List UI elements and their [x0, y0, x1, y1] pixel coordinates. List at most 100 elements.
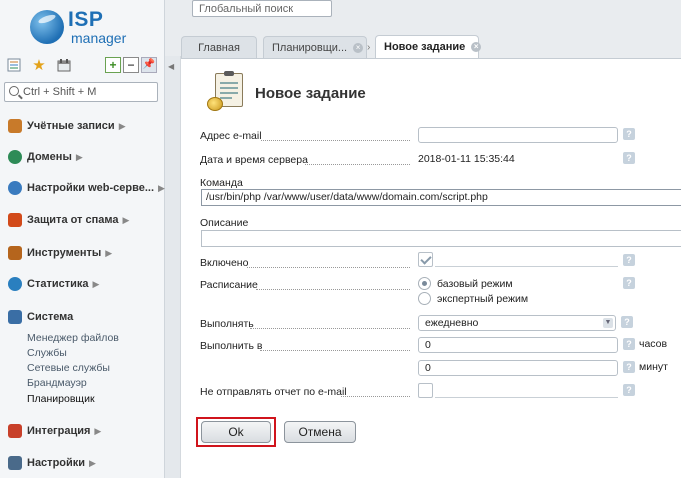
help-icon[interactable]: ?	[623, 277, 635, 289]
minutes-unit: минут	[639, 361, 668, 373]
list-view-icon[interactable]	[6, 57, 22, 73]
dotted-leader	[305, 164, 410, 165]
logo-brand: ISP	[68, 8, 104, 31]
chevron-right-icon: ▶	[89, 457, 96, 468]
sidebar-item-label: Интеграция	[27, 425, 91, 437]
sidebar-item-domains[interactable]: Домены ▶	[8, 149, 83, 165]
task-clipboard-icon	[207, 71, 247, 113]
settings-icon	[8, 456, 22, 470]
help-icon[interactable]: ?	[623, 384, 635, 396]
description-label: Описание	[200, 217, 249, 229]
logo-globe-icon	[30, 10, 64, 44]
web-settings-icon	[8, 181, 22, 195]
chevron-down-icon: ▼	[603, 318, 613, 328]
command-field[interactable]: /usr/bin/php /var/www/user/data/www/doma…	[201, 189, 681, 206]
enabled-checkbox[interactable]	[418, 252, 433, 267]
schedule-basic-radio[interactable]	[418, 277, 431, 290]
schedule-basic-label: базовый режим	[437, 278, 513, 290]
sidebar-item-accounts[interactable]: Учётные записи ▶	[8, 118, 126, 134]
chevron-right-icon: ▶	[105, 247, 113, 258]
system-icon	[8, 310, 22, 324]
help-icon[interactable]: ?	[621, 316, 633, 328]
logo-sub: manager	[71, 30, 127, 46]
chart-icon	[8, 277, 22, 291]
help-icon[interactable]: ?	[623, 254, 635, 266]
sidebar-subitem-scheduler[interactable]: Планировщик	[27, 393, 95, 405]
integration-icon	[8, 424, 22, 438]
dotted-leader	[341, 396, 410, 397]
users-icon	[8, 119, 22, 133]
dotted-leader	[261, 140, 410, 141]
sidebar-item-tools[interactable]: Инструменты ▶	[8, 245, 112, 261]
sidebar-item-system[interactable]: Система	[8, 309, 73, 325]
sidebar-item-label: Учётные записи	[27, 120, 115, 132]
tools-icon	[8, 246, 22, 260]
sidebar-item-settings[interactable]: Настройки ▶	[8, 455, 96, 471]
sidebar-subitem-services[interactable]: Службы	[27, 347, 67, 359]
sidebar-item-web-settings[interactable]: Настройки web-серве... ▶	[8, 180, 165, 196]
sidebar-item-label: Инструменты	[27, 247, 102, 259]
pin-icon[interactable]: 📌	[141, 57, 157, 73]
help-icon[interactable]: ?	[623, 152, 635, 164]
hours-field[interactable]: 0	[418, 337, 618, 353]
cancel-button[interactable]: Отмена	[284, 421, 356, 443]
shield-icon	[8, 213, 22, 227]
help-icon[interactable]: ?	[623, 338, 635, 350]
ok-button[interactable]: Ok	[201, 421, 271, 443]
tab-scheduler[interactable]: Планировщи... ×	[263, 36, 367, 58]
dotted-leader	[250, 328, 410, 329]
hours-unit: часов	[639, 338, 668, 350]
sidebar-subitem-firewall[interactable]: Брандмауэр	[27, 377, 87, 389]
sidebar-item-label: Домены	[27, 151, 72, 163]
form-panel: Новое задание Адрес e-mail ? Дата и врем…	[181, 58, 681, 478]
sidebar-item-integration[interactable]: Интеграция ▶	[8, 423, 101, 439]
no-report-checkbox[interactable]	[418, 383, 433, 398]
sidebar-toolbar: ★ + − 📌	[6, 57, 158, 75]
search-icon	[9, 86, 19, 96]
execute-select-value: ежедневно	[425, 317, 479, 329]
chevron-right-icon: ▶	[75, 151, 83, 162]
sidebar-item-spam[interactable]: Защита от спама ▶	[8, 212, 129, 228]
calendar-icon[interactable]	[56, 57, 72, 73]
help-icon[interactable]: ?	[623, 128, 635, 140]
sidebar-item-label: Статистика	[27, 278, 89, 290]
tab-home[interactable]: Главная	[181, 36, 257, 58]
tab-close-icon[interactable]: ×	[353, 43, 364, 54]
tab-new-task[interactable]: Новое задание ×	[375, 35, 482, 58]
description-field[interactable]	[201, 230, 681, 247]
sidebar-subitem-network-services[interactable]: Сетевые службы	[27, 362, 110, 374]
execute-select[interactable]: ежедневно ▼	[418, 315, 616, 331]
chevron-right-icon: ▶	[122, 214, 130, 225]
expand-all-icon[interactable]: +	[105, 57, 121, 73]
help-icon[interactable]: ?	[623, 361, 635, 373]
tab-label: Главная	[198, 42, 240, 54]
chevron-right-icon: ▶	[92, 278, 100, 289]
chevron-right-icon: ▶	[118, 120, 126, 131]
sidebar-item-label: Система	[27, 311, 74, 323]
global-search-input[interactable]: Глобальный поиск	[192, 0, 332, 17]
sidebar-subitem-file-manager[interactable]: Менеджер файлов	[27, 332, 119, 344]
sidebar-item-label: Защита от спама	[27, 214, 119, 226]
tab-close-icon[interactable]: ×	[471, 42, 482, 53]
favorites-star-icon[interactable]: ★	[31, 57, 47, 73]
collapse-arrow-icon: ◀	[168, 62, 175, 71]
dotted-leader	[256, 289, 410, 290]
email-field[interactable]	[418, 127, 618, 143]
checkbox-underline	[435, 397, 618, 398]
sidebar-item-label: Настройки web-серве...	[27, 182, 155, 194]
collapse-all-icon[interactable]: −	[123, 57, 139, 73]
server-datetime-value: 2018-01-11 15:35:44	[418, 153, 515, 165]
schedule-expert-radio[interactable]	[418, 292, 431, 305]
sidebar-collapse-bar[interactable]: ◀	[165, 56, 181, 478]
page-title: Новое задание	[255, 85, 366, 102]
ispmanager-logo[interactable]: ISP manager	[30, 6, 140, 46]
chevron-right-icon: ▶	[94, 425, 102, 436]
minutes-field[interactable]: 0	[418, 360, 618, 376]
menu-search-input[interactable]	[23, 84, 155, 100]
globe-icon	[8, 150, 22, 164]
sidebar-item-stats[interactable]: Статистика ▶	[8, 276, 99, 292]
sidebar: ISP manager ★ + − 📌 Учётные записи▶	[0, 0, 165, 478]
dotted-leader	[247, 267, 410, 268]
menu-search[interactable]	[4, 82, 158, 102]
checkbox-underline	[435, 266, 618, 267]
